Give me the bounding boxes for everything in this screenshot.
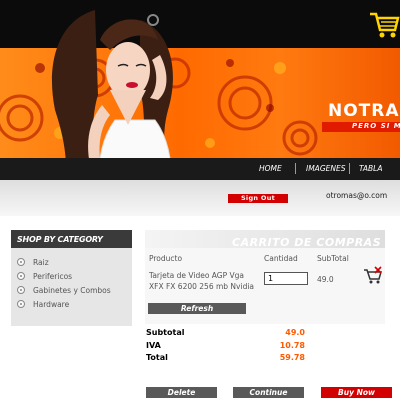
cart-item-product: Tarjeta de Video AGP Vga XFX FX 6200 256… bbox=[149, 271, 255, 291]
category-item-gabinetes[interactable]: Gabinetes y Combos bbox=[17, 286, 111, 295]
brand-tagline: PERO SI M bbox=[352, 122, 400, 130]
column-header-quantity: Cantidad bbox=[264, 254, 298, 263]
bullet-icon bbox=[17, 300, 25, 308]
summary-label-subtotal: Subtotal bbox=[146, 328, 185, 337]
nav-separator bbox=[349, 163, 350, 174]
remove-from-cart-icon[interactable] bbox=[362, 266, 384, 286]
nav-item-tabla[interactable]: TABLA bbox=[359, 164, 382, 173]
user-email: otromas@o.com bbox=[326, 191, 388, 200]
nav-separator bbox=[295, 163, 296, 174]
category-label: Raiz bbox=[33, 258, 49, 267]
bullet-icon bbox=[17, 286, 25, 294]
category-label: Hardware bbox=[33, 300, 70, 309]
quantity-input[interactable] bbox=[264, 272, 308, 285]
column-header-product: Producto bbox=[149, 254, 183, 263]
continue-button[interactable]: Continue bbox=[233, 387, 304, 398]
refresh-button[interactable]: Refresh bbox=[148, 303, 246, 314]
shopping-cart-logo-icon bbox=[370, 12, 400, 38]
category-item-perifericos[interactable]: Perifericos bbox=[17, 272, 72, 281]
cart-item-subtotal: 49.0 bbox=[317, 275, 334, 284]
bullet-icon bbox=[17, 258, 25, 266]
summary-value-iva: 10.78 bbox=[279, 341, 305, 350]
bullet-icon bbox=[17, 272, 25, 280]
summary-value-subtotal: 49.0 bbox=[285, 328, 305, 337]
nav-item-imagenes[interactable]: IMAGENES bbox=[306, 164, 345, 173]
summary-label-iva: IVA bbox=[146, 341, 161, 350]
brand-name: NOTRAN bbox=[328, 101, 400, 121]
category-label: Perifericos bbox=[33, 272, 73, 281]
category-item-hardware[interactable]: Hardware bbox=[17, 300, 69, 309]
category-label: Gabinetes y Combos bbox=[33, 286, 111, 295]
nav-item-home[interactable]: HOME bbox=[259, 164, 282, 173]
summary-label-total: Total bbox=[146, 353, 168, 362]
summary-value-total: 59.78 bbox=[279, 353, 305, 362]
column-header-subtotal: SubTotal bbox=[317, 254, 349, 263]
buy-now-button[interactable]: Buy Now bbox=[321, 387, 392, 398]
category-item-raiz[interactable]: Raiz bbox=[17, 258, 49, 267]
category-title: SHOP BY CATEGORY bbox=[17, 235, 103, 244]
delete-button[interactable]: Delete bbox=[146, 387, 217, 398]
sign-out-button[interactable]: Sign Out bbox=[228, 194, 288, 203]
